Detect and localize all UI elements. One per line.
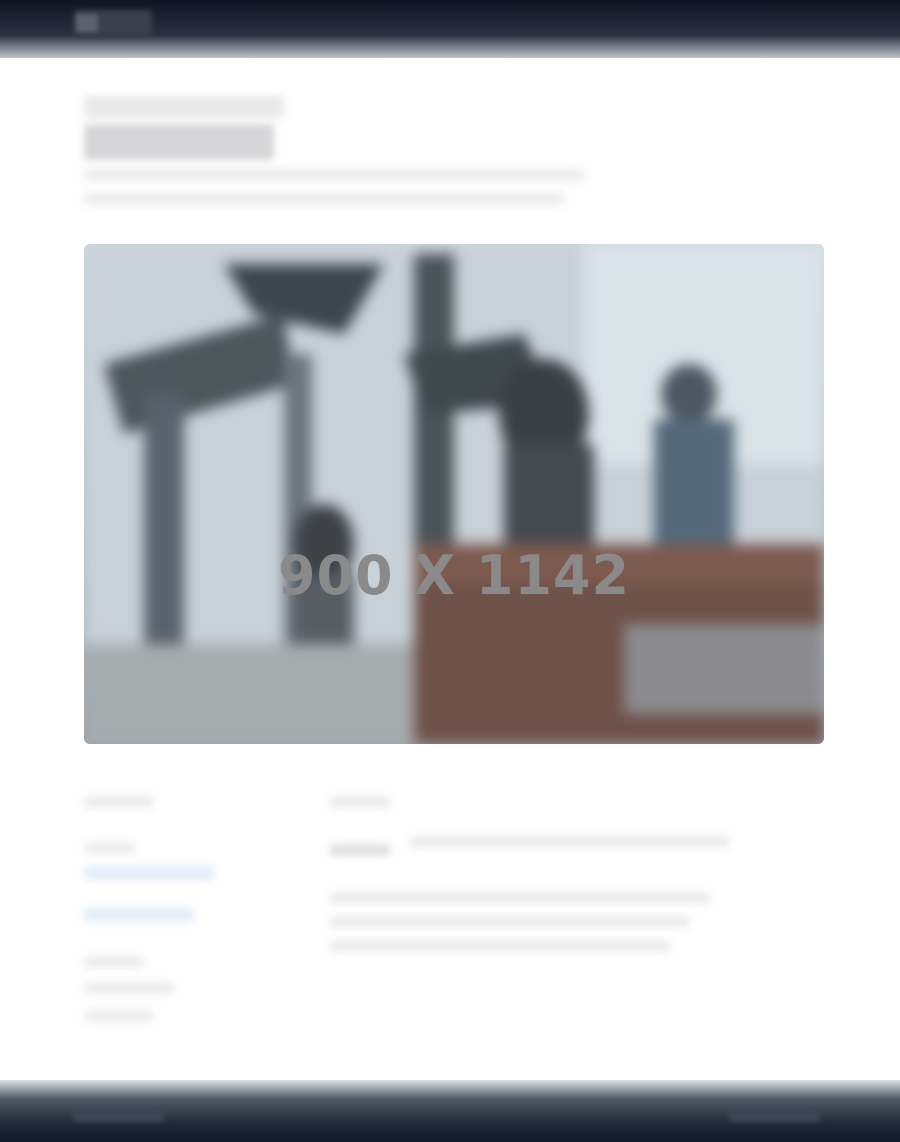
sidebar-text-line [84,1010,154,1022]
hero-photo [84,244,824,744]
image-placeholder-label: 900 X 1142 [277,544,631,607]
content-subheading [330,844,390,856]
page-title-line [84,124,274,160]
content-text-line [330,892,710,904]
page-footer [0,1080,900,1142]
sidebar-link[interactable] [84,866,214,880]
content-text-line [410,836,730,848]
page-title-line [84,96,284,118]
sidebar-text-line [84,982,174,994]
content-text-line [330,940,670,952]
hero-image: 900 X 1142 [84,244,824,744]
page-subtitle-line [84,192,564,206]
page-subtitle-line [84,168,584,182]
footer-text [730,1110,820,1122]
sidebar-heading [84,796,154,808]
top-navigation-bar [0,0,900,58]
content-heading [330,796,390,808]
logo-icon [76,14,98,32]
content-text-line [330,916,690,928]
sidebar-text-line [84,842,134,854]
sidebar-link[interactable] [84,908,194,922]
sidebar-text-line [84,956,144,968]
footer-text [74,1110,164,1122]
